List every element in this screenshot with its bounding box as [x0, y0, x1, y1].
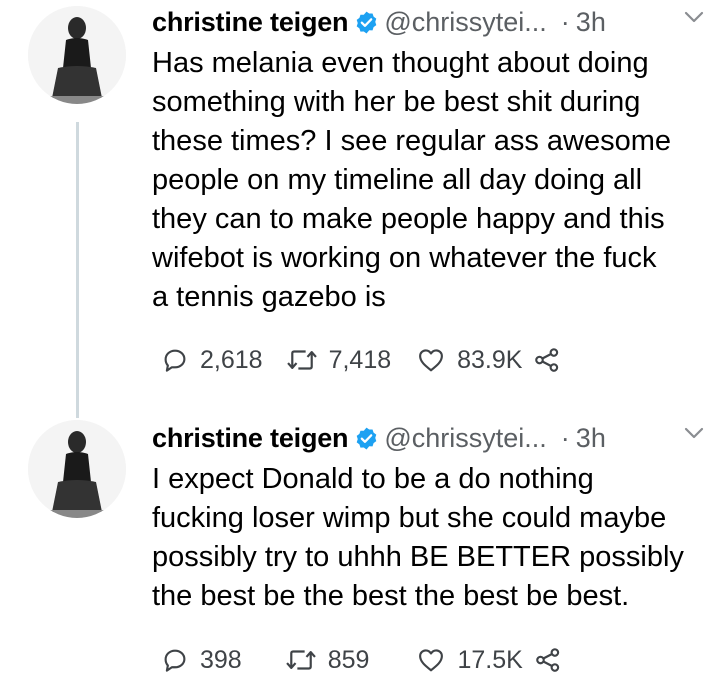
verified-icon — [357, 427, 377, 449]
tweet-text-line: a tennis gazebo is — [152, 281, 386, 313]
tweet-actions: 2,618 7,418 83.9K — [160, 343, 562, 377]
reply-icon — [164, 649, 186, 672]
like-button[interactable]: 83.9K — [415, 345, 522, 375]
username-handle[interactable]: @chrissytei... — [384, 423, 546, 454]
tweet-header: christine teigen @chrissytei... · 3h — [152, 4, 712, 40]
retweet-icon — [285, 650, 316, 670]
retweet-button[interactable]: 859 — [284, 645, 370, 675]
caret-down-icon[interactable] — [684, 426, 704, 440]
share-button[interactable] — [532, 345, 562, 375]
reply-count: 398 — [200, 645, 242, 674]
retweet-count: 7,418 — [328, 345, 392, 374]
tweet-text-line: wifebot is working on whatever the fuck — [152, 242, 657, 274]
tweet-text-line: Has melania even thought about doing — [152, 47, 649, 79]
tweet-text-line: possibly try to uhhh BE BETTER possibly — [152, 541, 684, 573]
like-icon — [419, 649, 444, 672]
retweet-button[interactable]: 7,418 — [285, 345, 392, 375]
retweet-icon — [286, 350, 317, 370]
share-icon — [535, 348, 559, 372]
reply-count: 2,618 — [200, 345, 263, 374]
verified-icon — [357, 11, 377, 33]
caret-down-icon[interactable] — [684, 10, 704, 24]
tweet-text-line: these times? I see regular ass awesome — [152, 125, 672, 157]
tweet-text-line: the best be the best the best be best. — [152, 580, 630, 612]
avatar[interactable] — [28, 6, 126, 104]
share-icon — [535, 648, 559, 672]
reply-icon — [164, 349, 186, 372]
separator-dot: · — [560, 6, 570, 37]
username-handle[interactable]: @chrissytei... — [384, 7, 546, 38]
reply-button[interactable]: 398 — [160, 645, 242, 675]
display-name[interactable]: christine teigen — [152, 7, 349, 38]
reply-button[interactable]: 2,618 — [160, 345, 263, 375]
tweet-text: I expect Donald to be a do nothing fucki… — [152, 460, 700, 616]
tweet-text-line: I expect Donald to be a do nothing — [152, 463, 594, 495]
retweet-count: 859 — [327, 645, 370, 674]
thread-line — [76, 122, 79, 418]
timestamp[interactable]: 3h — [576, 7, 606, 38]
tweet-text-line: fucking loser wimp but she could maybe — [152, 502, 667, 534]
tweet-text-line: people on my timeline all day doing all — [152, 164, 643, 196]
tweet-text: Has melania even thought about doing som… — [152, 44, 700, 317]
like-count: 83.9K — [457, 345, 523, 374]
like-button[interactable]: 17.5K — [415, 645, 523, 675]
tweet-text-line: they can to make people happy and this — [152, 203, 665, 235]
avatar[interactable] — [28, 420, 126, 518]
tweet-actions: 398 859 17.5K — [160, 643, 563, 677]
display-name[interactable]: christine teigen — [152, 423, 349, 454]
tweet-header: christine teigen @chrissytei... · 3h — [152, 420, 712, 456]
timestamp[interactable]: 3h — [576, 423, 606, 454]
tweet-2[interactable]: christine teigen @chrissytei... · 3h I e… — [0, 416, 720, 681]
like-count: 17.5K — [457, 645, 523, 674]
tweet-1[interactable]: christine teigen @chrissytei... · 3h Has… — [0, 0, 720, 418]
separator-dot: · — [560, 422, 570, 453]
like-icon — [419, 349, 444, 372]
tweet-text-line: something with her be best shit during — [152, 86, 641, 118]
share-button[interactable] — [533, 645, 563, 675]
